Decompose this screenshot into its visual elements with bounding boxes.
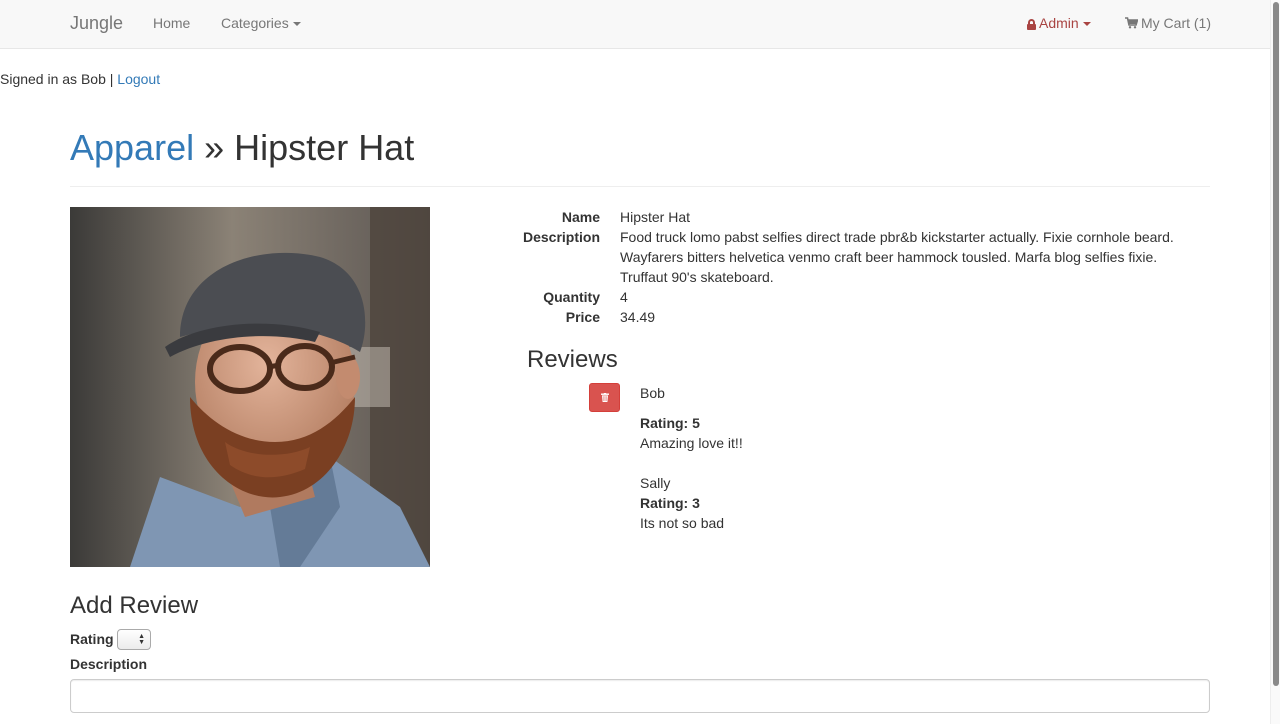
reviews-heading: Reviews: [527, 346, 618, 373]
review-text: Amazing love it!!: [640, 435, 743, 451]
detail-value: 34.49: [620, 309, 656, 325]
detail-value: Food truck lomo pabst selfies direct tra…: [620, 229, 1174, 285]
detail-label: Description: [522, 229, 600, 245]
scrollbar-thumb[interactable]: [1273, 2, 1279, 686]
product-details: Name Hipster Hat Description Food truck …: [500, 207, 1210, 327]
nav-cart-link[interactable]: My Cart (1): [1125, 14, 1211, 32]
logout-link[interactable]: Logout: [117, 71, 160, 87]
product-photo: [70, 207, 430, 567]
nav-admin-dropdown[interactable]: Admin: [1027, 14, 1091, 32]
breadcrumb-separator: »: [204, 127, 225, 168]
add-review-heading: Add Review: [70, 592, 199, 619]
detail-row-quantity: Quantity 4: [500, 287, 1210, 307]
nav-cart-label: My Cart (1): [1141, 15, 1211, 31]
rating-select[interactable]: ▲ ▼: [117, 629, 151, 650]
detail-row-name: Name Hipster Hat: [500, 207, 1210, 227]
chevron-down-icon: [1082, 22, 1091, 27]
review-author: Bob: [640, 385, 665, 401]
breadcrumb-category-link[interactable]: Apparel: [70, 127, 194, 168]
delete-review-button[interactable]: [589, 383, 620, 412]
product-image: [70, 207, 430, 567]
description-label: Description: [70, 656, 148, 672]
detail-value: 4: [620, 289, 628, 305]
nav-categories-label: Categories: [221, 15, 289, 31]
select-arrows-icon: ▲ ▼: [138, 633, 145, 646]
nav-home-link[interactable]: Home: [153, 14, 190, 32]
review-rating: Rating: 5: [640, 415, 700, 431]
chevron-down-icon: [292, 22, 301, 27]
review-text: Its not so bad: [640, 515, 725, 531]
review-item: Bob Rating: 5 Amazing love it!!: [640, 383, 1210, 453]
lock-icon: [1027, 19, 1036, 30]
detail-label: Price: [565, 309, 600, 325]
review-item: Sally Rating: 3 Its not so bad: [640, 473, 1210, 533]
review-author: Sally: [640, 475, 671, 491]
detail-label: Quantity: [543, 289, 600, 305]
rating-label: Rating: [70, 631, 114, 647]
shopping-cart-icon: [1125, 17, 1139, 29]
review-rating: Rating: 3: [640, 495, 700, 511]
page-header: Apparel » Hipster Hat: [70, 126, 1210, 187]
detail-row-price: Price 34.49: [500, 307, 1210, 327]
detail-label: Name: [561, 209, 600, 225]
top-navbar: Jungle Home Categories Admin My Cart (1): [0, 0, 1270, 49]
nav-admin-label: Admin: [1039, 15, 1079, 31]
session-status: Signed in as Bob | Logout: [0, 70, 160, 88]
page-scrollbar[interactable]: [1270, 0, 1280, 724]
page-title: Apparel » Hipster Hat: [70, 126, 1210, 170]
brand-link[interactable]: Jungle: [70, 12, 123, 34]
breadcrumb-product-name: Hipster Hat: [234, 127, 415, 168]
trash-icon: [601, 393, 609, 402]
description-input[interactable]: [70, 679, 1210, 713]
detail-value: Hipster Hat: [620, 209, 691, 225]
reviews-list: Bob Rating: 5 Amazing love it!! Sally Ra…: [640, 383, 1210, 533]
detail-row-description: Description Food truck lomo pabst selfie…: [500, 227, 1210, 287]
signed-in-text: Signed in as Bob |: [0, 71, 114, 87]
nav-categories-dropdown[interactable]: Categories: [221, 14, 301, 32]
